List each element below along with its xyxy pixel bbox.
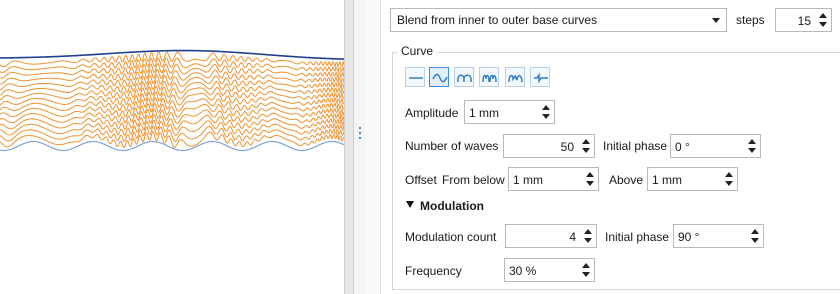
spin-down-icon[interactable] [751,238,759,243]
modulation-count-spin-arrows[interactable] [580,225,596,247]
blend-curve [0,51,344,69]
drawing-canvas[interactable] [0,0,344,294]
frequency-spin-arrows[interactable] [578,259,594,281]
frequency-label: Frequency [405,264,462,278]
frequency-stepper[interactable]: 30 % [504,258,595,282]
blend-curve [0,57,344,74]
modulation-phase-value: 90 ° [678,230,700,244]
spin-down-icon[interactable] [748,148,756,153]
blend-curve [0,85,344,101]
above-label: Above [609,173,644,187]
spin-down-icon[interactable] [582,148,590,153]
blend-curve [0,119,344,137]
amplitude-spin-arrows[interactable] [538,101,554,123]
spin-down-icon[interactable] [584,238,592,243]
waves-label: Number of waves [405,139,499,153]
spin-up-icon[interactable] [582,263,590,268]
spin-up-icon[interactable] [582,139,590,144]
spin-up-icon[interactable] [751,229,759,234]
blend-curve [0,97,344,112]
double-arch-wave-shape-button[interactable] [479,67,499,87]
sine-wave-icon [432,73,448,83]
step-wave-shape-button[interactable] [530,67,550,87]
spin-down-icon[interactable] [582,272,590,277]
sine-wave-shape-button[interactable] [429,67,449,87]
modulation-title[interactable]: Modulation [420,199,484,213]
curve-group [392,52,840,290]
curve-phase-stepper[interactable]: 0 ° [670,134,761,158]
splitter-grip-icon[interactable] [357,127,363,143]
modulation-phase-spin-arrows[interactable] [747,225,763,247]
blend-curve [0,102,344,118]
from-below-spin-arrows[interactable] [582,168,598,190]
above-stepper[interactable]: 1 mm [647,167,738,191]
curve-phase-value: 0 ° [675,140,690,154]
blend-curve [0,80,344,96]
spin-down-icon[interactable] [542,114,550,119]
blend-curve [0,91,344,106]
panel-splitter[interactable] [344,0,354,294]
from-below-value: 1 mm [513,173,543,187]
blend-curve [0,130,344,149]
from-below-label: From below [442,173,505,187]
zigzag-arch-wave-shape-button[interactable] [505,67,525,87]
curve-preview [0,49,344,152]
chevron-down-icon [712,18,720,23]
steps-spin-arrows[interactable] [815,9,831,31]
above-spin-arrows[interactable] [721,168,737,190]
above-value: 1 mm [652,173,682,187]
arch-wave-shape-button[interactable] [454,67,474,87]
from-below-stepper[interactable]: 1 mm [508,167,599,191]
spin-up-icon[interactable] [542,105,550,110]
step-wave-icon [534,72,548,84]
spin-down-icon[interactable] [819,22,827,27]
straight-line-icon [409,77,423,79]
modulation-phase-stepper[interactable]: 90 ° [673,224,764,248]
steps-stepper[interactable]: 15 [775,8,832,32]
frequency-value: 30 % [509,264,537,278]
curve-group-title: Curve [398,44,437,58]
blend-mode-dropdown[interactable]: Blend from inner to outer base curves [390,8,727,32]
curve-phase-label: Initial phase [603,139,668,153]
spin-up-icon[interactable] [748,139,756,144]
modulation-count-value: 4 [569,230,576,244]
double-arch-wave-icon [482,74,497,83]
outer-base-curve [0,49,344,60]
straight-line-shape-button[interactable] [405,67,425,87]
splitter-gap [354,0,366,294]
waves-stepper[interactable]: 50 [503,134,595,158]
steps-label: steps [736,13,765,27]
spin-up-icon[interactable] [584,229,592,234]
modulation-phase-label: Initial phase [605,230,670,244]
blend-mode-value: Blend from inner to outer base curves [397,13,598,27]
modulation-count-stepper[interactable]: 4 [505,224,597,248]
waves-spin-arrows[interactable] [578,135,594,157]
zigzag-arch-wave-icon [508,74,523,83]
spin-down-icon[interactable] [725,181,733,186]
arch-wave-icon [457,74,472,82]
amplitude-value: 1 mm [469,106,499,120]
spin-up-icon[interactable] [586,172,594,177]
amplitude-label: Amplitude [405,106,459,120]
amplitude-stepper[interactable]: 1 mm [464,100,555,124]
spin-down-icon[interactable] [586,181,594,186]
waves-value: 50 [560,140,574,154]
modulation-count-label: Modulation count [405,230,497,244]
collapse-triangle-icon[interactable] [406,201,414,208]
steps-value: 15 [797,14,811,28]
curve-phase-spin-arrows[interactable] [744,135,760,157]
spin-up-icon[interactable] [819,13,827,18]
offset-label: Offset [405,173,437,187]
spin-up-icon[interactable] [725,172,733,177]
